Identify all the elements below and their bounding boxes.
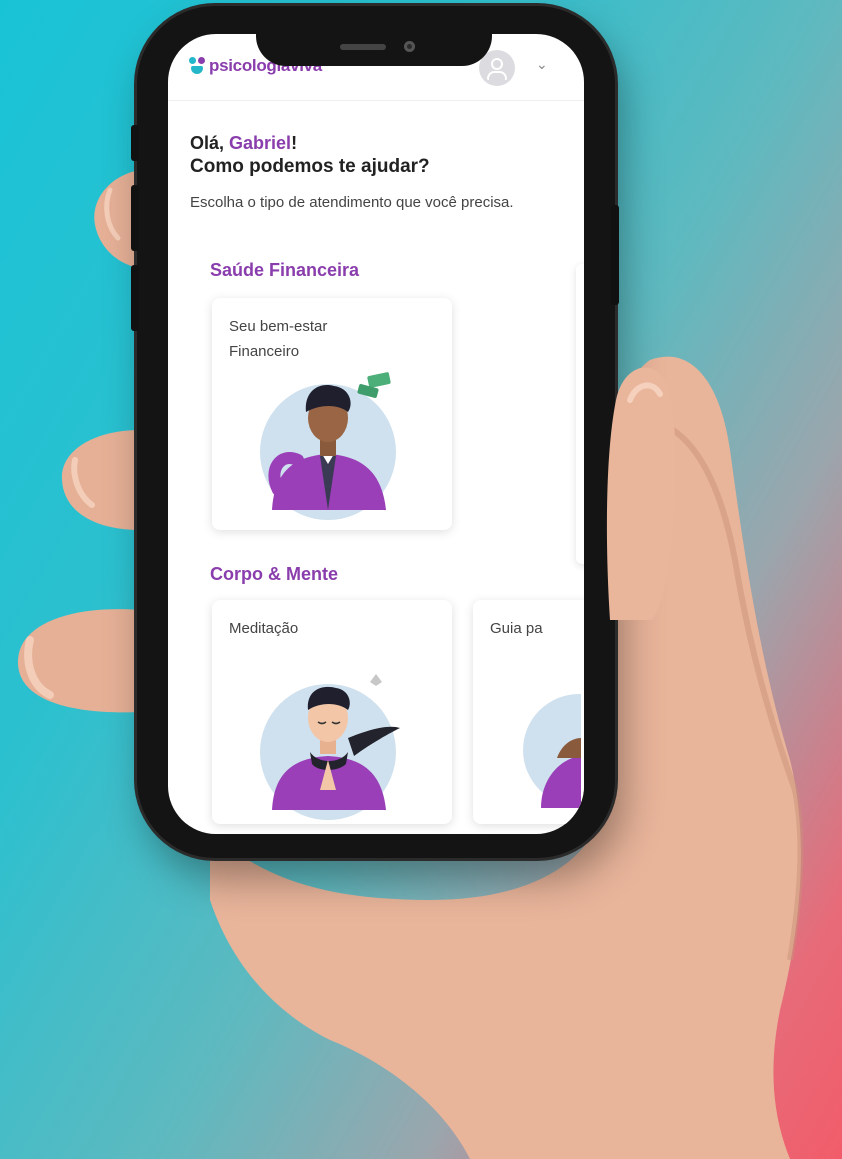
greeting-hello: Olá, (190, 133, 225, 153)
greeting-exclamation: ! (291, 133, 298, 153)
greeting-line: Olá, Gabriel! (190, 130, 297, 156)
card-title: Guia pa (490, 620, 543, 637)
user-name: Gabriel (229, 133, 292, 153)
phone-side-button (131, 265, 139, 331)
card-bem-estar-financeiro[interactable]: Seu bem-estar Financeiro (212, 298, 452, 530)
card-meditacao[interactable]: Meditação (212, 600, 452, 824)
phone-side-button (131, 125, 139, 161)
help-question: Como podemos te ajudar? (190, 156, 430, 177)
speaker-grille (340, 44, 386, 50)
chevron-down-icon[interactable]: ⌄ (536, 56, 548, 73)
help-subtitle: Escolha o tipo de atendimento que você p… (190, 194, 514, 211)
phone-notch (256, 6, 492, 66)
card-guia[interactable]: Guia pa (473, 600, 584, 824)
logo-icon (188, 57, 206, 75)
man-meditating-illustration (260, 674, 400, 820)
card-title: Seu bem-estar Financeiro (229, 318, 328, 360)
section-title-saude-financeira: Saúde Financeira (210, 260, 360, 280)
section-title-corpo-mente: Corpo & Mente (210, 564, 338, 584)
man-with-money-illustration (260, 372, 396, 520)
phone-screen: psicologiaviva ⌄ Olá, Gabriel! Como pode… (168, 34, 584, 834)
card-title: Meditação (229, 620, 299, 637)
phone-power-button (611, 205, 619, 305)
thumb-illustration (606, 367, 676, 620)
phone-side-button (131, 185, 139, 251)
person-illustration (523, 694, 581, 808)
front-camera-icon (404, 41, 415, 52)
